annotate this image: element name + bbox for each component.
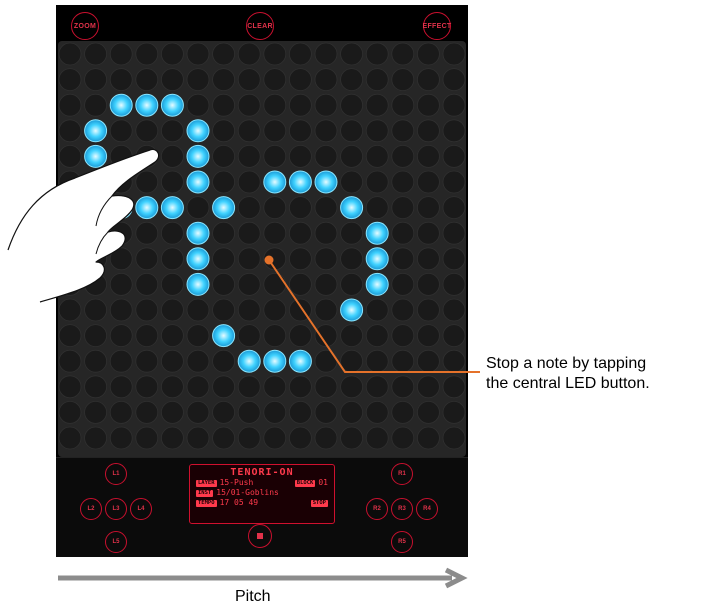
pointing-hand-illustration	[7, 148, 160, 303]
callout-text: Stop a note by tapping the central LED b…	[486, 354, 706, 394]
pitch-axis-label: Pitch	[235, 588, 271, 605]
callout-line-2: the central LED button.	[486, 375, 650, 392]
annotation-overlay	[7, 148, 480, 589]
callout-leader-line	[268, 259, 480, 373]
pitch-arrow	[58, 567, 468, 589]
callout-line-1: Stop a note by tapping	[486, 355, 647, 372]
tap-point-marker	[264, 255, 274, 265]
